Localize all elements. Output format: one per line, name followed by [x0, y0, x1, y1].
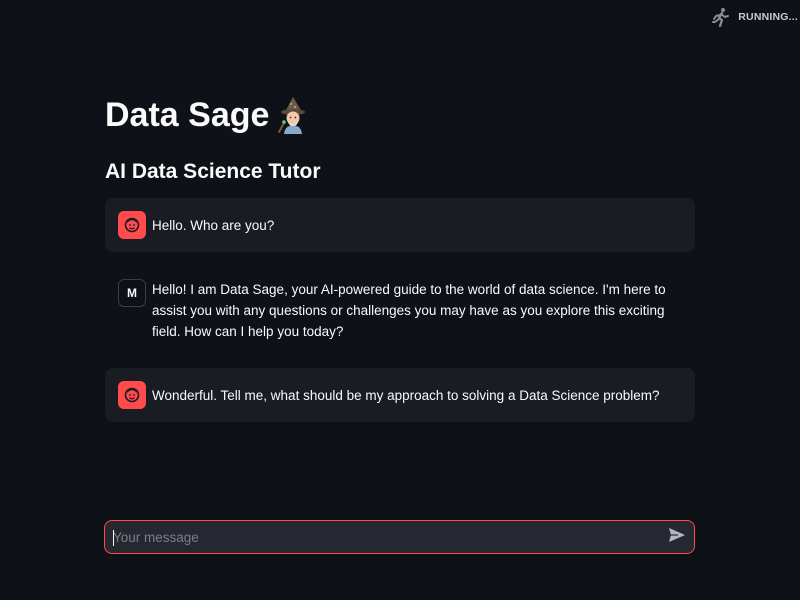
- running-person-icon: [712, 7, 730, 28]
- chat-message-user: Wonderful. Tell me, what should be my ap…: [105, 368, 695, 422]
- chat-message-input[interactable]: [105, 520, 660, 554]
- app-root: RUNNING... Data Sage AI Data Science Tut…: [0, 0, 800, 600]
- page-title-text: Data Sage: [105, 96, 270, 134]
- status-text: RUNNING...: [738, 11, 798, 23]
- user-face-icon: [118, 211, 146, 239]
- chat-message-text: Wonderful. Tell me, what should be my ap…: [152, 388, 660, 403]
- chat-message-text: Hello. Who are you?: [152, 218, 275, 233]
- user-face-icon: [118, 381, 146, 409]
- assistant-avatar-letter: M: [127, 286, 137, 300]
- mage-icon: [275, 95, 311, 135]
- page-subtitle: AI Data Science Tutor: [105, 160, 321, 183]
- send-icon: [668, 527, 686, 548]
- chat-message-assistant: M Hello! I am Data Sage, your AI-powered…: [105, 266, 695, 356]
- status-indicator: RUNNING...: [712, 6, 798, 28]
- assistant-avatar: M: [118, 279, 146, 307]
- chat-message-text: Hello! I am Data Sage, your AI-powered g…: [152, 282, 666, 339]
- chat-message-user: Hello. Who are you?: [105, 198, 695, 252]
- chat-input-container: [104, 520, 695, 554]
- text-caret: [113, 530, 114, 546]
- page-title: Data Sage: [105, 94, 311, 136]
- send-button[interactable]: [660, 521, 694, 553]
